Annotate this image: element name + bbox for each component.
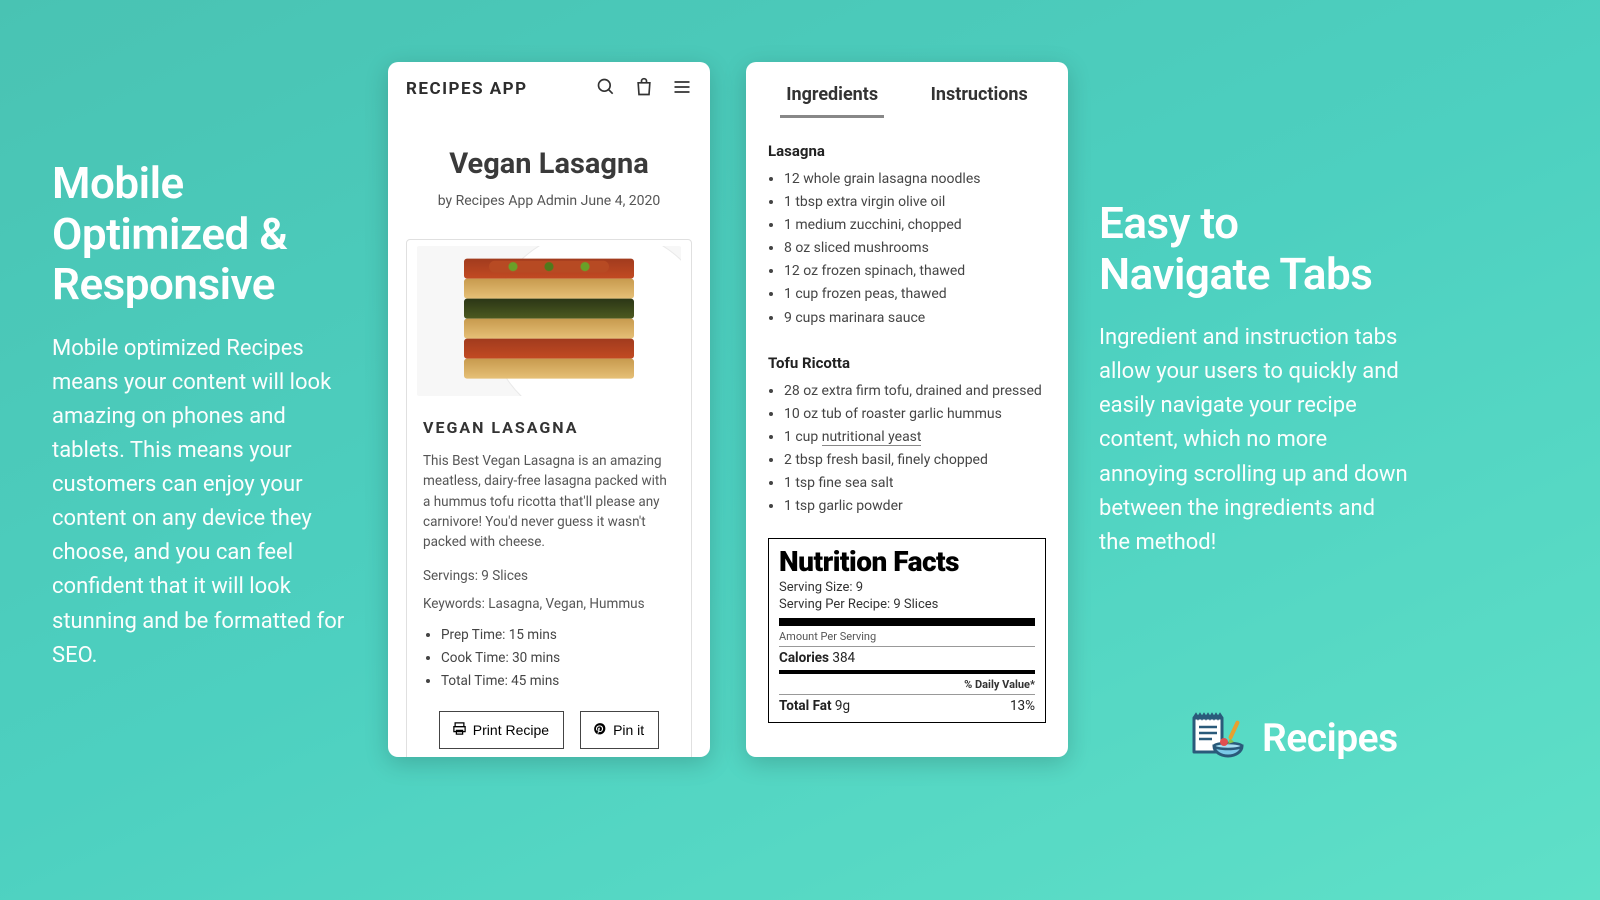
serving-size: Serving Size: 9 xyxy=(779,580,1035,595)
recipe-hero-image xyxy=(417,246,681,396)
calories-row: Calories 384 xyxy=(779,650,1035,666)
phone-topbar: RECIPES APP xyxy=(388,62,710,111)
recipes-logo-icon xyxy=(1186,712,1246,764)
feature-right-body: Ingredient and instruction tabs allow yo… xyxy=(1099,321,1409,560)
serving-per-recipe: Serving Per Recipe: 9 Slices xyxy=(779,597,1035,612)
amount-per-serving-label: Amount Per Serving xyxy=(779,630,1035,643)
list-item: 1 cup frozen peas, thawed xyxy=(784,283,1046,306)
list-item: 28 oz extra firm tofu, drained and press… xyxy=(784,380,1046,403)
list-item: 1 cup nutritional yeast xyxy=(784,426,1046,449)
list-item: 9 cups marinara sauce xyxy=(784,307,1046,330)
keywords-line: Keywords: Lasagna, Vegan, Hummus xyxy=(423,596,675,612)
tabs: Ingredients Instructions xyxy=(746,74,1068,118)
recipe-card: VEGAN LASAGNA This Best Vegan Lasagna is… xyxy=(406,239,692,757)
feature-left-body: Mobile optimized Recipes means your cont… xyxy=(52,332,352,673)
phone-mockup-recipe: RECIPES APP Vegan Lasagna by Recipes App… xyxy=(388,62,710,757)
list-item: Total Time: 45 mins xyxy=(441,670,675,693)
pin-it-button[interactable]: Pin it xyxy=(580,711,659,749)
list-item: 8 oz sliced mushrooms xyxy=(784,237,1046,260)
feature-right: Easy to Navigate Tabs Ingredient and ins… xyxy=(1099,198,1409,560)
nutritional-yeast-link[interactable]: nutritional yeast xyxy=(822,429,922,446)
divider-thick xyxy=(779,618,1035,626)
list-item: 1 tsp garlic powder xyxy=(784,495,1046,518)
list-item: Cook Time: 30 mins xyxy=(441,647,675,670)
pin-label: Pin it xyxy=(613,722,644,738)
section-title-tofu-ricotta: Tofu Ricotta xyxy=(768,354,1046,372)
list-item: 1 tbsp extra virgin olive oil xyxy=(784,191,1046,214)
topbar-icons xyxy=(596,77,692,101)
recipe-title: Vegan Lasagna xyxy=(388,147,710,181)
servings-line: Servings: 9 Slices xyxy=(423,568,675,584)
list-item: 12 oz frozen spinach, thawed xyxy=(784,260,1046,283)
print-label: Print Recipe xyxy=(473,722,549,738)
recipe-description: This Best Vegan Lasagna is an amazing me… xyxy=(423,451,675,552)
tab-instructions[interactable]: Instructions xyxy=(925,74,1034,118)
phone-mockup-ingredients: Ingredients Instructions Lasagna 12 whol… xyxy=(746,62,1068,757)
brand-title: RECIPES APP xyxy=(406,79,528,99)
list-item: 2 tbsp fresh basil, finely chopped xyxy=(784,449,1046,472)
times-list: Prep Time: 15 mins Cook Time: 30 mins To… xyxy=(441,624,675,693)
printer-icon xyxy=(452,721,467,739)
list-item: 12 whole grain lasagna noodles xyxy=(784,168,1046,191)
list-item: Prep Time: 15 mins xyxy=(441,624,675,647)
bag-icon[interactable] xyxy=(634,77,654,101)
nutrition-title: Nutrition Facts xyxy=(779,545,1035,578)
feature-right-heading: Easy to Navigate Tabs xyxy=(1099,198,1409,299)
tab-ingredients[interactable]: Ingredients xyxy=(780,74,884,118)
list-item: 1 medium zucchini, chopped xyxy=(784,214,1046,237)
ingredient-list-tofu: 28 oz extra firm tofu, drained and press… xyxy=(784,380,1046,519)
divider-thin xyxy=(779,670,1035,674)
feature-left: Mobile Optimized & Responsive Mobile opt… xyxy=(52,158,352,673)
recipe-byline: by Recipes App Admin June 4, 2020 xyxy=(388,193,710,209)
feature-left-heading: Mobile Optimized & Responsive xyxy=(52,158,352,310)
nutrition-facts-panel: Nutrition Facts Serving Size: 9 Serving … xyxy=(768,538,1046,723)
card-heading: VEGAN LASAGNA xyxy=(423,418,675,437)
footer-logo-text: Recipes xyxy=(1262,715,1398,761)
total-fat-row: Total Fat 9g 13% xyxy=(779,698,1035,714)
ingredient-list-lasagna: 12 whole grain lasagna noodles 1 tbsp ex… xyxy=(784,168,1046,330)
list-item: 1 tsp fine sea salt xyxy=(784,472,1046,495)
menu-icon[interactable] xyxy=(672,77,692,101)
print-recipe-button[interactable]: Print Recipe xyxy=(439,711,564,749)
footer-logo: Recipes xyxy=(1186,712,1398,764)
button-row: Print Recipe Pin it xyxy=(407,711,691,749)
section-title-lasagna: Lasagna xyxy=(768,142,1046,160)
daily-value-label: % Daily Value* xyxy=(779,678,1035,691)
pinterest-icon xyxy=(593,722,607,739)
search-icon[interactable] xyxy=(596,77,616,101)
list-item: 10 oz tub of roaster garlic hummus xyxy=(784,403,1046,426)
